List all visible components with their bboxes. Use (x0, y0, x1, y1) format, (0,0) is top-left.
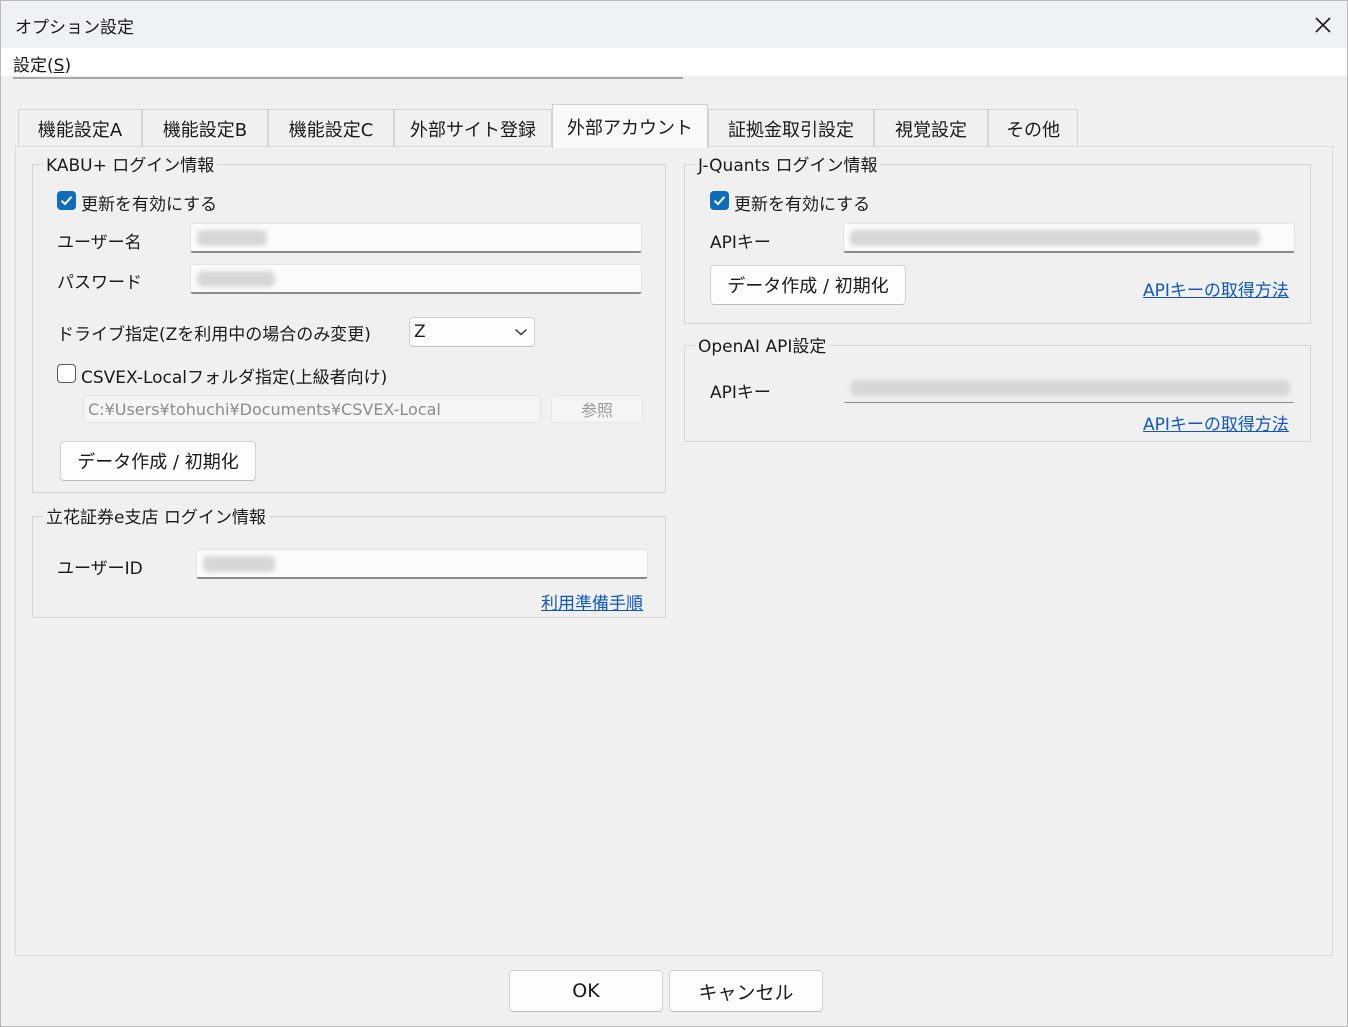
window-title: オプション設定 (15, 18, 134, 38)
jquants-init-button[interactable]: データ作成 / 初期化 (710, 265, 906, 305)
jquants-group-title: J-Quants ログイン情報 (695, 151, 881, 176)
check-icon (713, 196, 726, 206)
tab-feature-b[interactable]: 機能設定B (142, 109, 268, 147)
kabu-init-button[interactable]: データ作成 / 初期化 (60, 441, 256, 481)
ok-button[interactable]: OK (509, 970, 663, 1012)
tab-other[interactable]: その他 (988, 109, 1078, 147)
kabu-login-group: KABU+ ログイン情報 更新を有効にする ユーザー名 パスワード ドライブ指定… (32, 151, 666, 493)
openai-help-link[interactable]: APIキーの取得方法 (1143, 410, 1289, 435)
kabu-password-label: パスワード (57, 273, 142, 293)
tachibana-userid-label: ユーザーID (57, 559, 143, 579)
chevron-down-icon (515, 328, 527, 336)
menu-settings-label-end: ) (64, 56, 72, 76)
title-bar: オプション設定 (1, 1, 1347, 48)
masked-value (197, 271, 275, 287)
jquants-enable-label: 更新を有効にする (734, 195, 871, 215)
menu-settings-accel: S (53, 56, 65, 76)
kabu-folder-label: CSVEX-Localフォルダ指定(上級者向け) (81, 368, 388, 388)
tachibana-login-group: 立花証券e支店 ログイン情報 ユーザーID 利用準備手順 (32, 503, 666, 618)
tab-panel-external-accounts: KABU+ ログイン情報 更新を有効にする ユーザー名 パスワード ドライブ指定… (15, 146, 1333, 956)
kabu-folder-path-input[interactable]: C:¥Users¥tohuchi¥Documents¥CSVEX-Local (83, 395, 541, 423)
check-icon (60, 196, 73, 206)
masked-value (850, 380, 1290, 396)
tab-external-sites[interactable]: 外部サイト登録 (394, 109, 552, 147)
jquants-apikey-input[interactable] (843, 223, 1295, 253)
tab-feature-c[interactable]: 機能設定C (268, 109, 394, 147)
kabu-enable-checkbox[interactable] (57, 191, 76, 210)
tab-visual[interactable]: 視覚設定 (874, 109, 988, 147)
openai-apikey-input[interactable] (843, 373, 1295, 403)
kabu-username-label: ユーザー名 (57, 233, 142, 253)
kabu-enable-label: 更新を有効にする (81, 195, 218, 215)
kabu-drive-label: ドライブ指定(Zを利用中の場合のみ変更) (57, 325, 371, 345)
kabu-folder-checkbox[interactable] (57, 364, 76, 383)
jquants-help-link[interactable]: APIキーの取得方法 (1143, 276, 1289, 301)
kabu-folder-path-value: C:¥Users¥tohuchi¥Documents¥CSVEX-Local (88, 400, 441, 419)
tab-external-accounts[interactable]: 外部アカウント (552, 104, 708, 148)
kabu-drive-select[interactable]: Z (409, 317, 535, 347)
tab-feature-a[interactable]: 機能設定A (18, 109, 142, 147)
menu-separator (13, 77, 683, 79)
cancel-button[interactable]: キャンセル (669, 970, 823, 1012)
kabu-password-input[interactable] (190, 264, 642, 294)
masked-value (203, 556, 275, 572)
menu-settings[interactable]: 設定(S) (13, 51, 71, 76)
options-dialog: オプション設定 設定(S) 機能設定A 機能設定B 機能設定C 外部サイト登録 … (0, 0, 1348, 1027)
openai-apikey-label: APIキー (710, 383, 771, 403)
masked-value (850, 230, 1260, 246)
tachibana-guide-link[interactable]: 利用準備手順 (541, 589, 643, 614)
openai-group-title: OpenAI API設定 (695, 332, 830, 357)
tab-margin-trading[interactable]: 証拠金取引設定 (708, 109, 874, 147)
close-icon (1315, 16, 1331, 33)
tachibana-group-title: 立花証券e支店 ログイン情報 (43, 503, 269, 528)
tachibana-userid-input[interactable] (196, 549, 648, 579)
jquants-login-group: J-Quants ログイン情報 更新を有効にする APIキー データ作成 / 初… (684, 151, 1311, 324)
menu-bar: 設定(S) (1, 48, 1347, 76)
kabu-username-input[interactable] (190, 223, 642, 253)
masked-value (197, 230, 267, 246)
openai-api-group: OpenAI API設定 APIキー APIキーの取得方法 (684, 332, 1311, 442)
jquants-apikey-label: APIキー (710, 233, 771, 253)
kabu-drive-value: Z (414, 322, 426, 342)
kabu-group-title: KABU+ ログイン情報 (43, 151, 218, 176)
jquants-enable-checkbox[interactable] (710, 191, 729, 210)
kabu-browse-button[interactable]: 参照 (551, 395, 643, 423)
menu-settings-label: 設定( (13, 56, 54, 76)
close-button[interactable] (1299, 1, 1347, 48)
